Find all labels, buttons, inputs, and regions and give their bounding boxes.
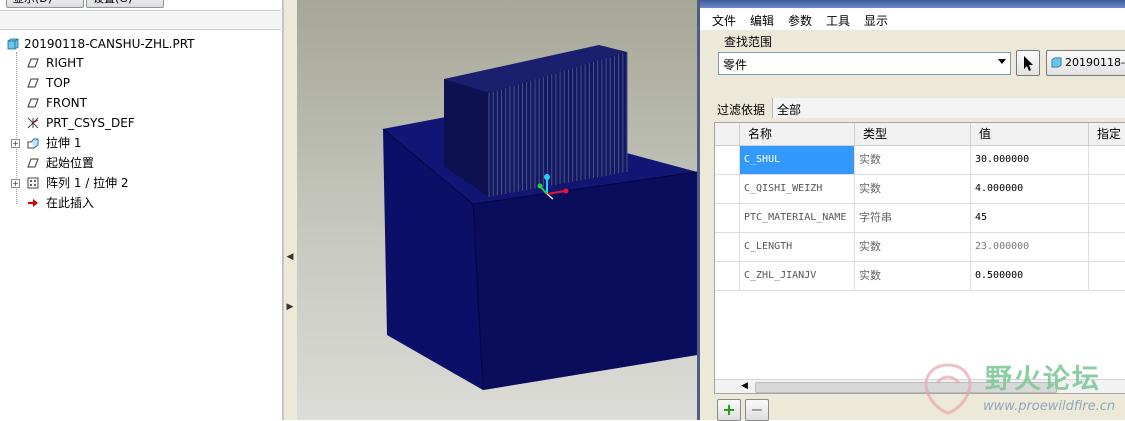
insert-arrow-icon — [28, 199, 38, 207]
add-parameter-button[interactable]: + — [717, 399, 741, 421]
menu-edit[interactable]: 编辑 — [750, 12, 774, 29]
part-icon — [1051, 57, 1062, 68]
coordinate-system-icon — [27, 117, 39, 129]
column-header-name[interactable]: 名称 — [740, 123, 855, 146]
param-value-cell[interactable]: 0.500000 — [971, 262, 1089, 291]
scroll-left-icon[interactable]: ◀ — [741, 381, 748, 391]
row-gutter — [715, 175, 740, 204]
menu-tools[interactable]: 工具 — [826, 12, 850, 29]
param-designate-cell[interactable] — [1089, 175, 1125, 204]
chevron-down-icon — [998, 59, 1006, 64]
settings-button[interactable]: 设置(G) — [86, 0, 164, 8]
watermark-logo-icon — [924, 363, 972, 415]
menu-display[interactable]: 显示 — [864, 12, 888, 29]
parameter-table: 名称 类型 值 指定 C_SHUL 实数 30.000000 C_QISHI_W… — [714, 122, 1125, 394]
param-type-cell[interactable]: 实数 — [855, 233, 971, 262]
param-value-cell[interactable]: 30.000000 — [971, 146, 1089, 175]
model-path-button[interactable]: 20190118-C — [1046, 50, 1125, 76]
param-name-cell[interactable]: C_SHUL — [740, 146, 855, 175]
table-header-blank — [715, 123, 740, 146]
datum-plane-icon — [27, 78, 39, 88]
param-type-cell[interactable]: 字符串 — [855, 204, 971, 233]
param-type-cell[interactable]: 实数 — [855, 146, 971, 175]
part-icon — [7, 38, 19, 50]
filter-label: 过滤依据 — [717, 103, 766, 117]
menu-file[interactable]: 文件 — [712, 12, 736, 29]
param-designate-cell[interactable] — [1089, 146, 1125, 175]
graphics-viewport[interactable] — [297, 0, 697, 420]
panel-splitter[interactable]: ◀ ▶ — [283, 0, 298, 420]
pattern-icon — [27, 177, 39, 189]
column-header-type[interactable]: 类型 — [855, 123, 971, 146]
param-designate-cell[interactable] — [1089, 262, 1125, 291]
select-pick-button[interactable] — [1016, 50, 1040, 76]
param-designate-cell[interactable] — [1089, 233, 1125, 262]
expand-icon[interactable]: + — [11, 139, 20, 148]
model-tree-panel: 显示(D) 设置(G) 20190118-CANSHU-ZHL.PRT RIGH… — [0, 0, 283, 420]
param-value-cell[interactable]: 23.000000 — [971, 233, 1089, 262]
collapse-left-icon[interactable]: ◀ — [286, 252, 294, 262]
model-render — [382, 45, 697, 391]
row-gutter — [715, 146, 740, 175]
datum-plane-icon — [27, 158, 39, 168]
datum-plane-icon — [27, 98, 39, 108]
watermark-url: www.proewildfire.cn — [983, 399, 1116, 414]
param-type-cell[interactable]: 实数 — [855, 262, 971, 291]
forum-watermark: 野火论坛 www.proewildfire.cn — [915, 355, 1125, 420]
expand-right-icon[interactable]: ▶ — [286, 302, 294, 312]
param-name-cell[interactable]: PTC_MATERIAL_NAME — [740, 204, 855, 233]
row-gutter — [715, 262, 740, 291]
column-header-designate[interactable]: 指定 — [1089, 123, 1125, 146]
param-name-cell[interactable]: C_ZHL_JIANJV — [740, 262, 855, 291]
watermark-name: 野火论坛 — [985, 364, 1101, 395]
param-designate-cell[interactable] — [1089, 204, 1125, 233]
row-gutter — [715, 233, 740, 262]
param-value-cell[interactable]: 4.000000 — [971, 175, 1089, 204]
tree-root-label: 20190118-CANSHU-ZHL.PRT — [24, 37, 195, 51]
base-block-front — [473, 172, 697, 390]
dialog-title-bar[interactable] — [700, 0, 1125, 8]
datum-plane-icon — [27, 58, 39, 68]
remove-parameter-button[interactable]: − — [745, 399, 769, 421]
cursor-icon — [1024, 56, 1033, 71]
expand-icon[interactable]: + — [11, 179, 20, 188]
lookin-combo[interactable]: 零件 — [718, 52, 1011, 75]
row-gutter — [715, 204, 740, 233]
display-button[interactable]: 显示(D) — [6, 0, 84, 8]
dialog-menu-bar: 文件 编辑 参数 工具 显示 — [700, 8, 1125, 30]
column-header-value[interactable]: 值 — [971, 123, 1089, 146]
param-name-cell[interactable]: C_QISHI_WEIZH — [740, 175, 855, 204]
filter-combo[interactable]: 全部 — [772, 98, 1125, 118]
lookin-label: 查找范围 — [724, 35, 773, 49]
tree-filter-bar[interactable] — [0, 10, 281, 30]
param-name-cell[interactable]: C_LENGTH — [740, 233, 855, 262]
menu-parameters[interactable]: 参数 — [788, 12, 812, 29]
param-type-cell[interactable]: 实数 — [855, 175, 971, 204]
extrude-icon — [27, 138, 39, 149]
param-value-cell[interactable]: 45 — [971, 204, 1089, 233]
